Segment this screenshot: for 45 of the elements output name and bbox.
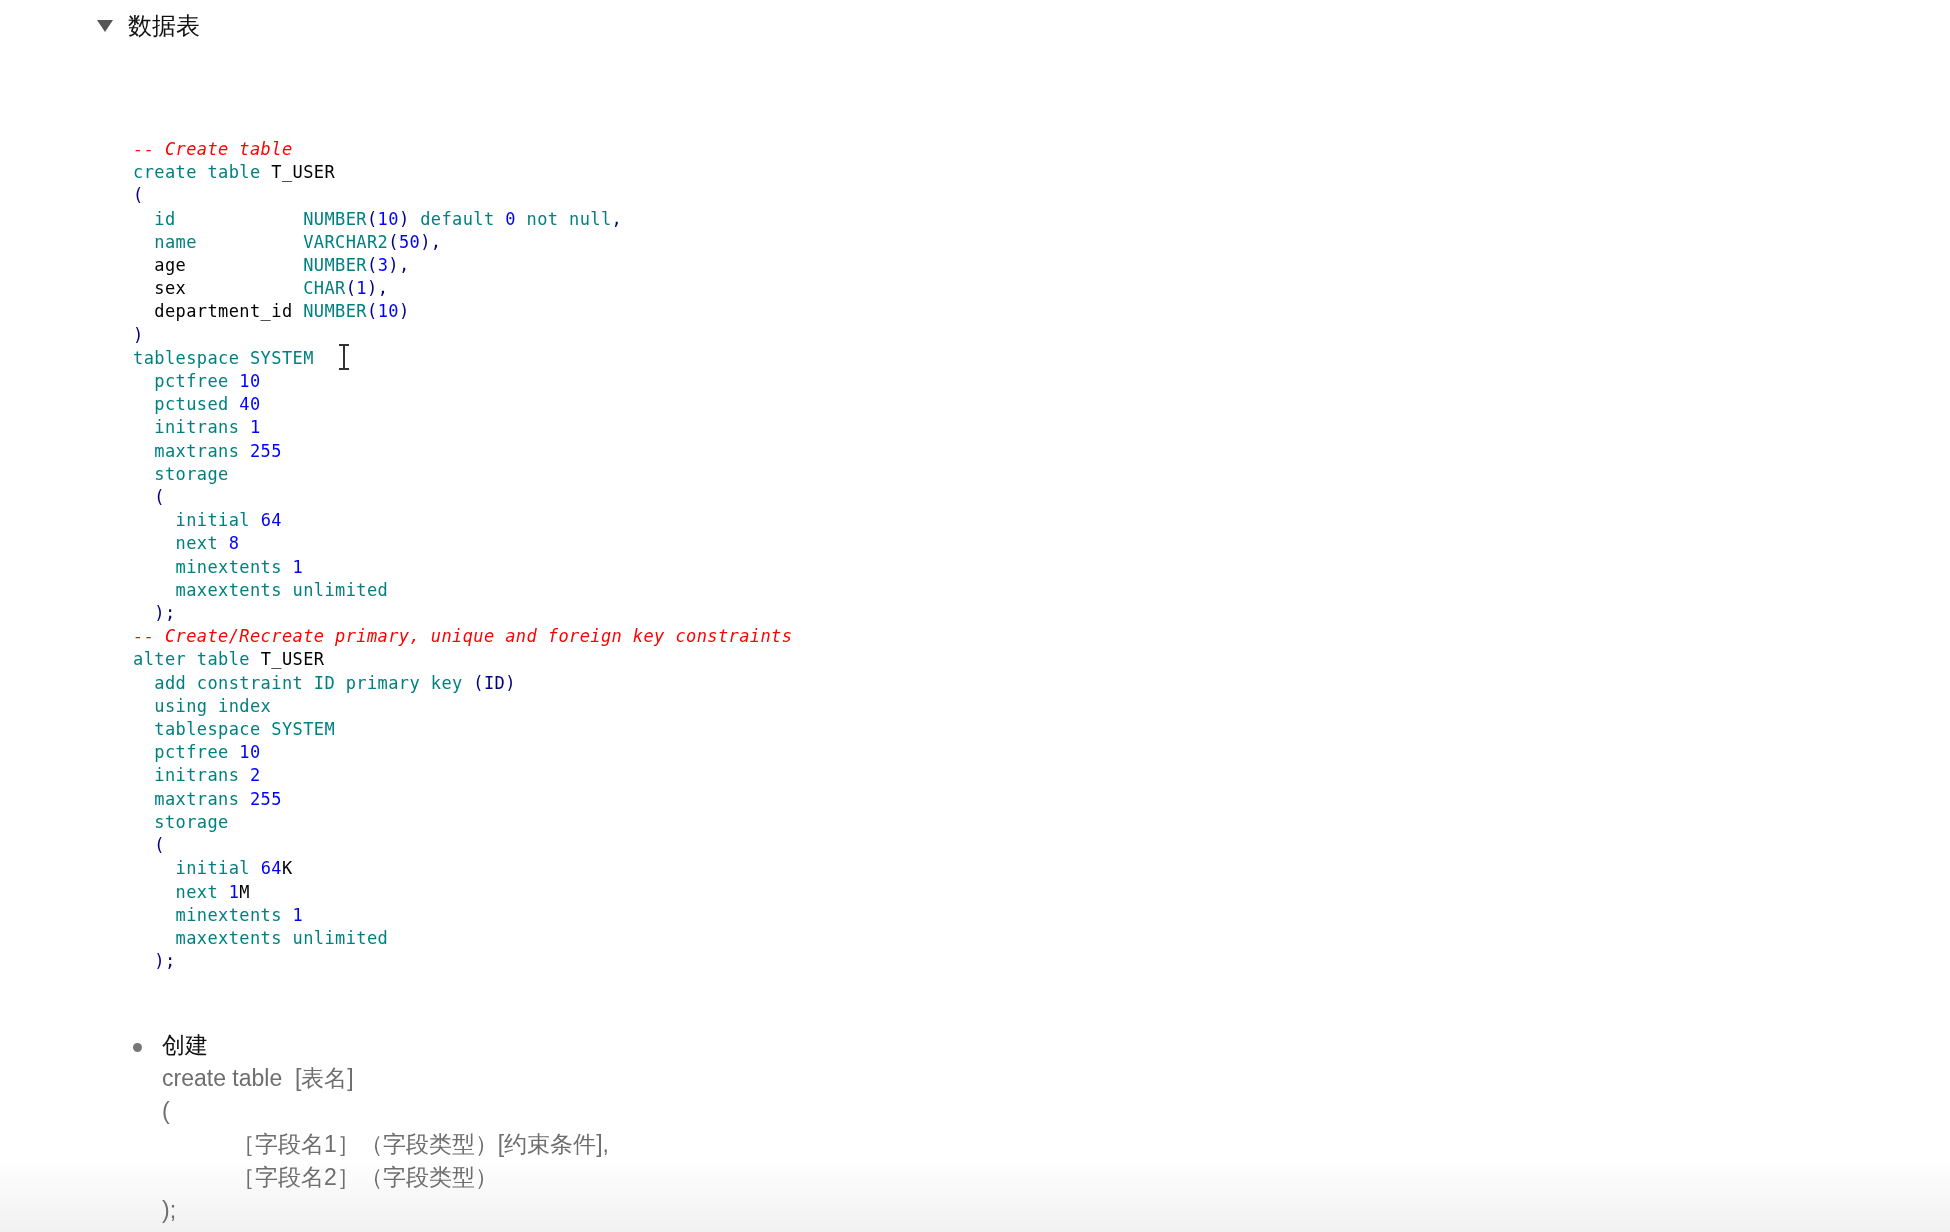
text-cursor-icon [338,344,350,370]
code-line: id NUMBER(10) default 0 not null, [153,207,623,231]
code-line: storage [153,462,229,486]
code-line: add constraint ID primary key (ID) [153,671,516,695]
code-line: age NUMBER(3), [153,254,410,277]
code-line: storage [153,810,229,834]
code-line: ( [133,184,144,208]
list-item-title: 创建 [162,1031,208,1061]
code-line: -- Create table [133,138,293,161]
code-line: ); [153,602,176,626]
code-line: maxtrans 255 [153,439,282,463]
code-line: create table T_USER [133,161,336,185]
code-line: pctused 40 [153,393,261,417]
code-line: maxextents unlimited [174,926,389,950]
collapse-triangle-icon[interactable] [96,19,114,33]
code-line: ( [153,834,165,858]
code-line: department_id NUMBER(10) [153,300,410,324]
code-line: minextents 1 [174,555,304,579]
code-line: initrans 1 [153,416,261,440]
syntax-line: ); [162,1196,177,1226]
code-line: maxtrans 255 [153,787,282,811]
code-line: pctfree 10 [153,370,261,394]
code-line: using index [153,694,272,718]
code-line: ) [133,323,144,347]
code-line: name VARCHAR2(50), [153,230,442,254]
code-line: -- Create/Recreate primary, unique and foreign key constraints [133,625,793,649]
code-line: initrans 2 [153,764,261,788]
section-heading: 数据表 [128,11,200,41]
code-line: next 8 [174,532,240,556]
code-line: tablespace SYSTEM [133,346,314,370]
code-line: pctfree 10 [153,741,261,765]
code-line: maxextents unlimited [174,578,389,602]
syntax-line: create table [表名] [162,1064,354,1094]
code-line: next 1M [174,880,250,904]
code-line: initial 64 [174,509,282,533]
code-line: ); [153,950,176,974]
code-line: minextents 1 [174,903,304,927]
syntax-line: ［字段名2］（字段类型） [232,1163,498,1193]
code-line: ( [153,486,165,510]
syntax-line: ［字段名1］（字段类型）[约束条件], [232,1130,609,1160]
code-line: tablespace SYSTEM [153,718,336,742]
syntax-line: ( [162,1097,170,1127]
code-line: initial 64K [174,857,293,881]
code-line: alter table T_USER [133,648,325,672]
code-line: sex CHAR(1), [153,277,389,301]
